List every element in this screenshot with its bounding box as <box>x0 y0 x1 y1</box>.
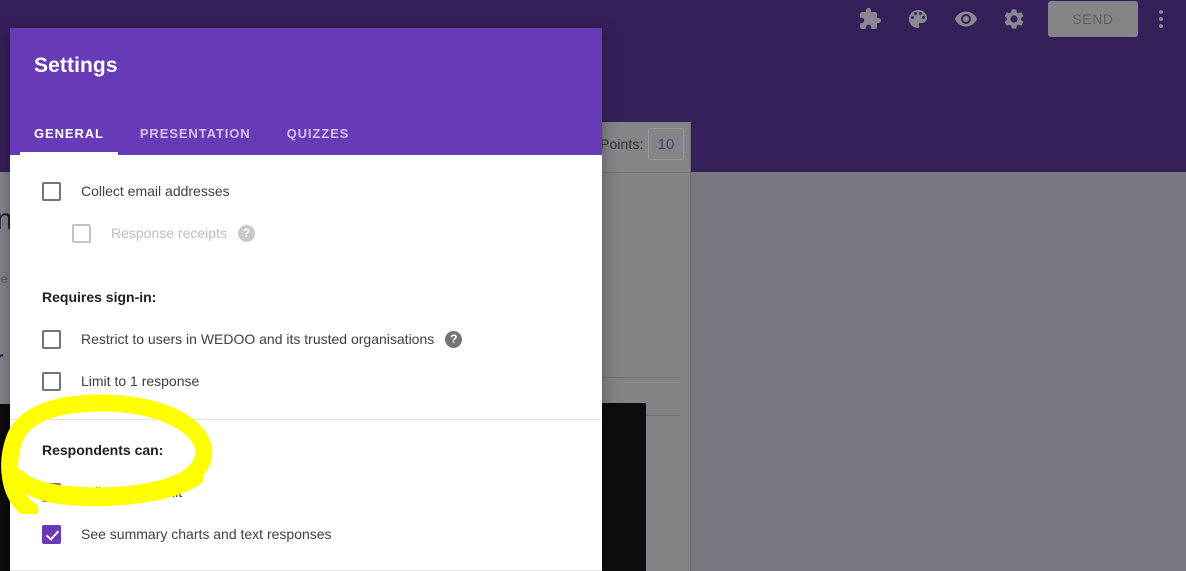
points-label: Points: <box>600 136 644 152</box>
dialog-title: Settings <box>34 54 118 77</box>
dialog-body: Collect email addresses Response receipt… <box>10 155 602 571</box>
kebab-dot <box>1159 17 1163 21</box>
checkbox-edit-after-submit[interactable] <box>42 482 61 502</box>
gear-icon[interactable] <box>990 0 1038 38</box>
row-collect-email[interactable]: Collect email addresses <box>10 177 602 205</box>
kebab-dot <box>1159 10 1163 14</box>
tab-presentation[interactable]: PRESENTATION <box>126 126 265 155</box>
dark-panel-strip <box>0 404 10 571</box>
background-text-fragment: r <box>0 344 4 375</box>
group-title-requires-signin: Requires sign-in: <box>42 289 157 305</box>
checkbox-collect-email[interactable] <box>42 181 61 201</box>
settings-dialog: Settings GENERAL PRESENTATION QUIZZES Co… <box>10 28 602 571</box>
top-toolbar: SEND <box>846 0 1186 38</box>
send-button[interactable]: SEND <box>1048 1 1138 37</box>
checkbox-limit-one-response[interactable] <box>42 371 61 391</box>
dialog-header: Settings GENERAL PRESENTATION QUIZZES <box>10 28 602 155</box>
label-restrict-users: Restrict to users in WEDOO and its trust… <box>81 331 435 347</box>
label-edit-after-submit: Edit after submit <box>81 484 183 500</box>
row-see-summary-charts[interactable]: See summary charts and text responses <box>10 520 602 548</box>
row-limit-one-response[interactable]: Limit to 1 response <box>10 367 602 395</box>
puzzle-piece-icon[interactable] <box>846 0 894 38</box>
row-restrict-users[interactable]: Restrict to users in WEDOO and its trust… <box>10 325 602 353</box>
help-icon[interactable]: ? <box>445 330 463 348</box>
section-general: Collect email addresses Response receipt… <box>10 155 602 419</box>
row-response-receipts[interactable]: Response receipts ? <box>10 219 602 247</box>
app-screen: Points: 10 n le r SEND <box>0 0 1186 571</box>
more-options-icon[interactable] <box>1144 0 1178 38</box>
checkbox-restrict-users[interactable] <box>42 329 61 349</box>
palette-icon[interactable] <box>894 0 942 38</box>
checkbox-response-receipts[interactable] <box>72 223 91 243</box>
label-collect-email: Collect email addresses <box>81 183 230 199</box>
dialog-tabs: GENERAL PRESENTATION QUIZZES <box>10 109 363 155</box>
section-respondents: Respondents can: Edit after submit See s… <box>10 419 602 570</box>
tab-quizzes[interactable]: QUIZZES <box>273 126 364 155</box>
dark-panel-strip <box>602 403 646 571</box>
eye-icon[interactable] <box>942 0 990 38</box>
help-icon[interactable]: ? <box>237 224 255 242</box>
label-response-receipts: Response receipts <box>111 225 227 241</box>
tab-general[interactable]: GENERAL <box>20 126 118 155</box>
label-see-summary-charts: See summary charts and text responses <box>81 526 332 542</box>
label-limit-one-response: Limit to 1 response <box>81 373 200 389</box>
row-edit-after-submit[interactable]: Edit after submit <box>10 478 602 506</box>
group-title-respondents-can: Respondents can: <box>42 442 164 458</box>
kebab-dot <box>1159 24 1163 28</box>
checkbox-see-summary-charts[interactable] <box>42 524 61 544</box>
points-input[interactable]: 10 <box>648 128 684 160</box>
background-text-fragment: le <box>0 272 8 286</box>
